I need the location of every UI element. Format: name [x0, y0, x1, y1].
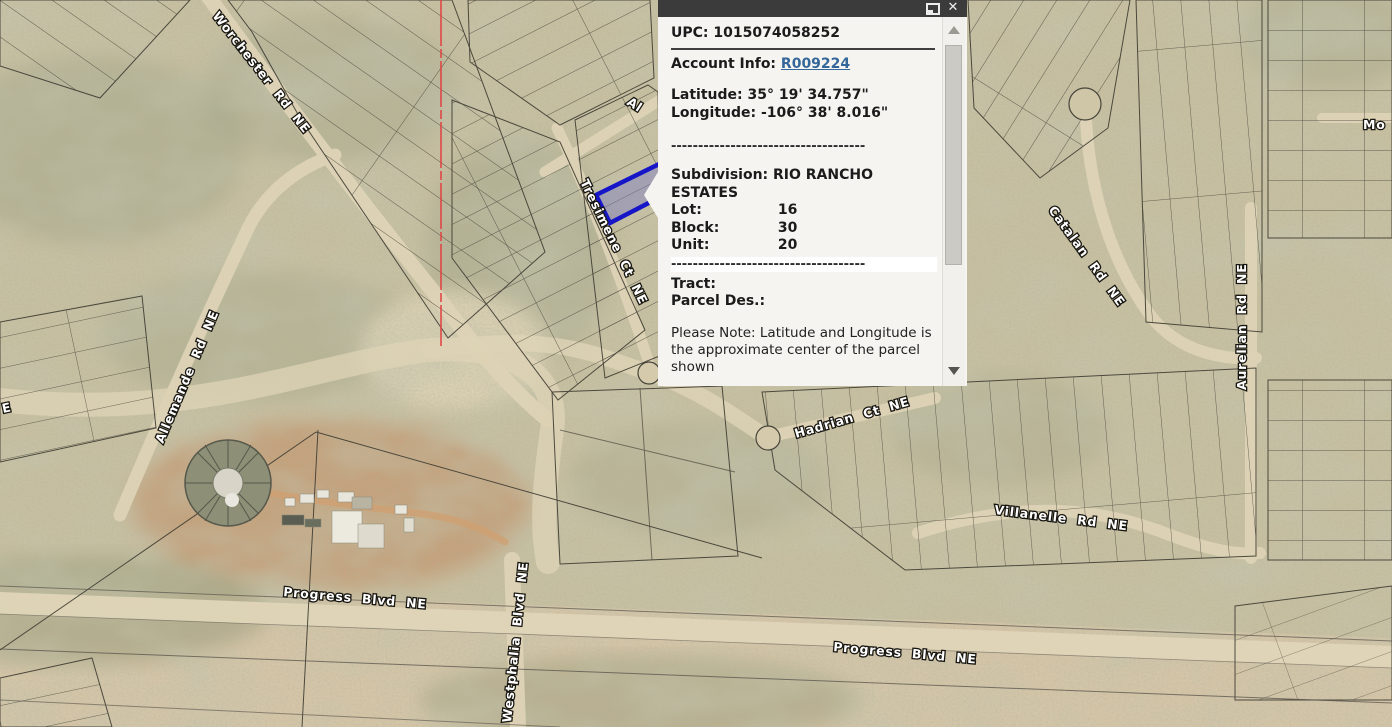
latitude-value: 35° 19' 34.757" — [748, 87, 869, 103]
subdivision-label: Subdivision: — [671, 167, 768, 183]
lot-value: 16 — [778, 202, 797, 218]
subdivision-row: Subdivision: RIO RANCHO ESTATES — [671, 167, 893, 202]
parcel-des-label: Parcel Des.: — [671, 293, 765, 309]
block-row: Block: 30 — [671, 220, 937, 238]
block-label: Block: — [671, 220, 773, 238]
scrollbar-thumb[interactable] — [945, 45, 962, 265]
unit-value: 20 — [778, 237, 797, 253]
gis-viewer: Worchester Rd NEAlAllemande Rd NETresime… — [0, 0, 1392, 727]
dashed-separator: ------------------------------------ — [671, 257, 937, 272]
lot-row: Lot: 16 — [671, 202, 937, 220]
note-text: Please Note: Latitude and Longitude is t… — [671, 325, 937, 376]
unit-label: Unit: — [671, 237, 773, 255]
account-label: Account Info: — [671, 56, 776, 72]
parcel-info-popup: ✕ UPC: 1015074058252 Account Info: R0092… — [658, 0, 967, 386]
arrow-down-icon — [948, 367, 960, 375]
latitude-label: Latitude: — [671, 87, 743, 103]
close-icon: ✕ — [948, 0, 959, 15]
divider-rule — [671, 48, 935, 50]
tract-label: Tract: — [671, 276, 716, 292]
longitude-row: Longitude: -106° 38' 8.016" — [671, 105, 937, 123]
tract-row: Tract: — [671, 276, 937, 294]
block-value: 30 — [778, 220, 797, 236]
latitude-row: Latitude: 35° 19' 34.757" — [671, 87, 937, 105]
road-label: Mo — [1363, 117, 1386, 132]
scroll-up-button[interactable] — [943, 19, 965, 41]
restore-window-icon — [926, 3, 940, 15]
upc-row: UPC: 1015074058252 — [671, 25, 937, 43]
popup-body: UPC: 1015074058252 Account Info: R009224… — [658, 17, 943, 386]
popup-scrollbar[interactable] — [942, 17, 965, 386]
popup-pointer — [644, 172, 658, 218]
upc-value: 1015074058252 — [713, 25, 840, 41]
unit-row: Unit: 20 — [671, 237, 937, 255]
longitude-value: -106° 38' 8.016" — [761, 105, 888, 121]
restore-window-button[interactable] — [925, 2, 941, 16]
water-tank — [185, 440, 271, 526]
longitude-label: Longitude: — [671, 105, 756, 121]
account-row: Account Info: R009224 — [671, 56, 937, 74]
popup-titlebar: ✕ — [658, 0, 967, 17]
scroll-down-button[interactable] — [943, 360, 965, 382]
arrow-up-icon — [948, 26, 960, 34]
close-button[interactable]: ✕ — [945, 0, 961, 17]
road-label: Aurelian Rd NE — [1234, 263, 1249, 390]
account-link[interactable]: R009224 — [781, 56, 850, 72]
upc-label: UPC: — [671, 25, 709, 41]
dashed-separator: ------------------------------------ — [671, 139, 937, 154]
lot-label: Lot: — [671, 202, 773, 220]
parcel-des-row: Parcel Des.: — [671, 293, 937, 311]
